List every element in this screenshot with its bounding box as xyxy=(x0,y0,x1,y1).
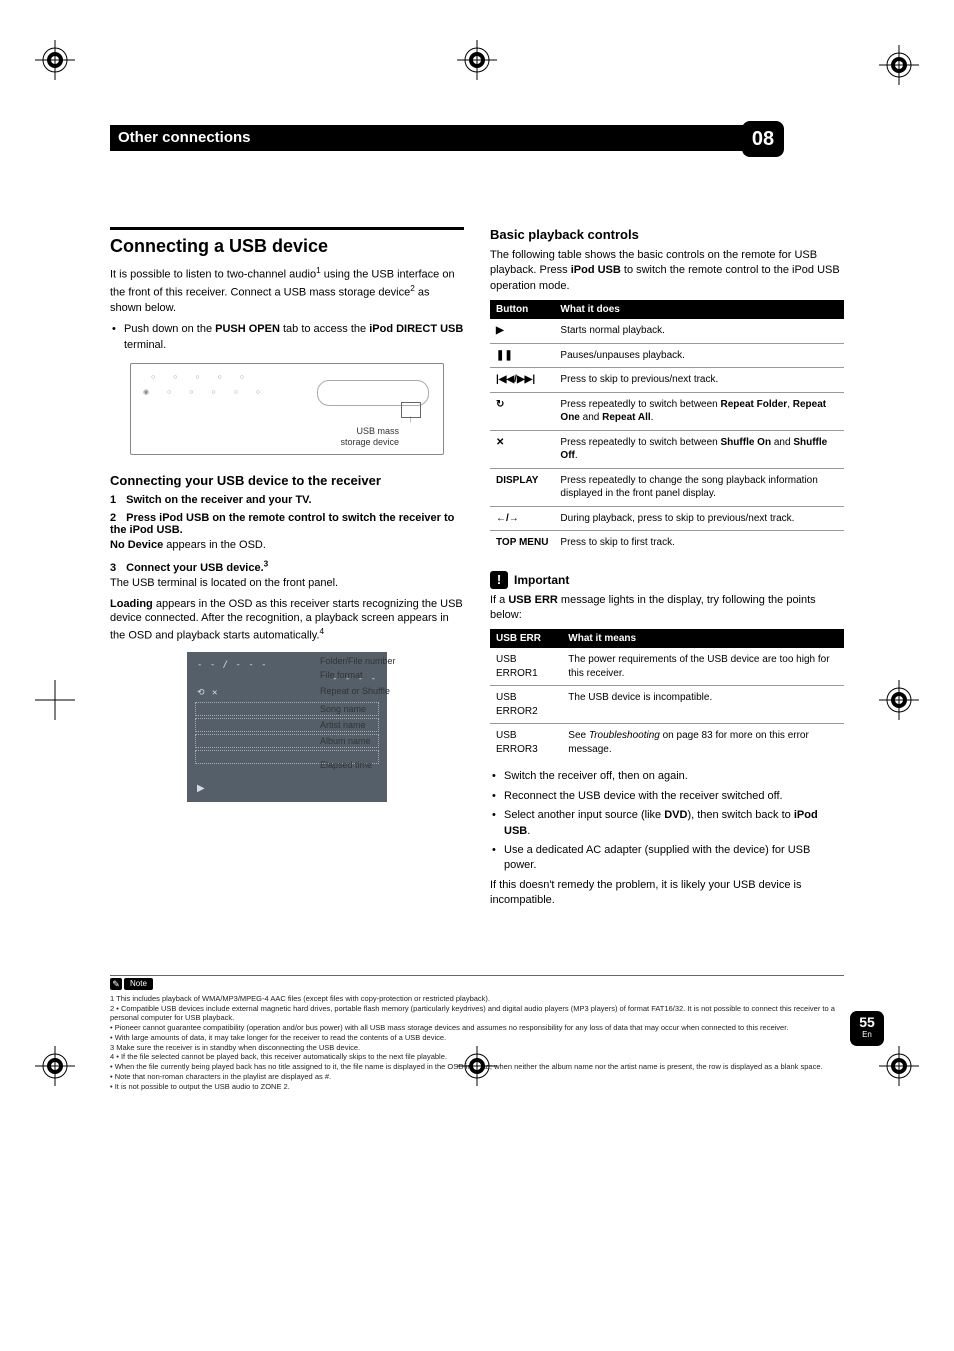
step-2-sub: No Device appears in the OSD. xyxy=(110,538,464,553)
note-icon: ✎ xyxy=(110,978,122,990)
bullet-item: Reconnect the USB device with the receiv… xyxy=(490,789,844,804)
osd-label: Song name xyxy=(320,704,366,714)
osd-label: Artist name xyxy=(320,720,366,730)
error-table: USB ERRWhat it means USB ERROR1The power… xyxy=(490,629,844,761)
important-heading: ! Important xyxy=(490,571,844,589)
osd-label: Album name xyxy=(320,736,371,746)
crop-mark-icon xyxy=(879,1046,919,1086)
important-paragraph: If a USB ERR message lights in the displ… xyxy=(490,593,844,624)
step-3: 3Connect your USB device.3 xyxy=(110,559,464,574)
important-icon: ! xyxy=(490,571,508,589)
closing-paragraph: If this doesn't remedy the problem, it i… xyxy=(490,878,844,909)
step-1: 1Switch on the receiver and your TV. xyxy=(110,494,464,506)
intro-paragraph: It is possible to listen to two-channel … xyxy=(110,265,464,316)
intro-paragraph: The following table shows the basic cont… xyxy=(490,248,844,294)
bullet-item: Switch the receiver off, then on again. xyxy=(490,769,844,784)
section-title: Connecting a USB device xyxy=(110,236,464,257)
header-title: Other connections xyxy=(110,125,752,151)
step-3-p2: Loading appears in the OSD as this recei… xyxy=(110,597,464,644)
crop-mark-icon xyxy=(879,45,919,85)
crop-mark-icon xyxy=(35,1046,75,1086)
bullet-item: Use a dedicated AC adapter (supplied wit… xyxy=(490,843,844,874)
step-3-p1: The USB terminal is located on the front… xyxy=(110,576,464,591)
osd-label: Folder/File number xyxy=(320,656,396,666)
chapter-number: 08 xyxy=(742,121,784,157)
page-number: 55 En xyxy=(850,1011,884,1046)
osd-label: File format xyxy=(320,670,363,680)
crop-mark-icon xyxy=(457,40,497,80)
subsection-title: Basic playback controls xyxy=(490,227,844,242)
section-rule xyxy=(110,227,464,230)
crop-mark-icon xyxy=(35,680,75,720)
osd-label: Elapsed time xyxy=(320,760,372,770)
osd-label: Repeat or Shuffle xyxy=(320,686,390,696)
controls-table: ButtonWhat it does ▶Starts normal playba… xyxy=(490,300,844,555)
bullet-item: Push down on the PUSH OPEN tab to access… xyxy=(110,322,464,353)
step-2: 2Press iPod USB on the remote control to… xyxy=(110,512,464,536)
crop-mark-icon xyxy=(879,680,919,720)
subsection-title: Connecting your USB device to the receiv… xyxy=(110,473,464,488)
device-diagram: ○ ○ ○ ○ ○ ◉ ○ ○ ○ ○ ○ ↑ USB massstorage … xyxy=(130,363,444,455)
crop-mark-icon xyxy=(35,40,75,80)
crop-mark-icon xyxy=(457,1046,497,1086)
bullet-item: Select another input source (like DVD), … xyxy=(490,808,844,839)
